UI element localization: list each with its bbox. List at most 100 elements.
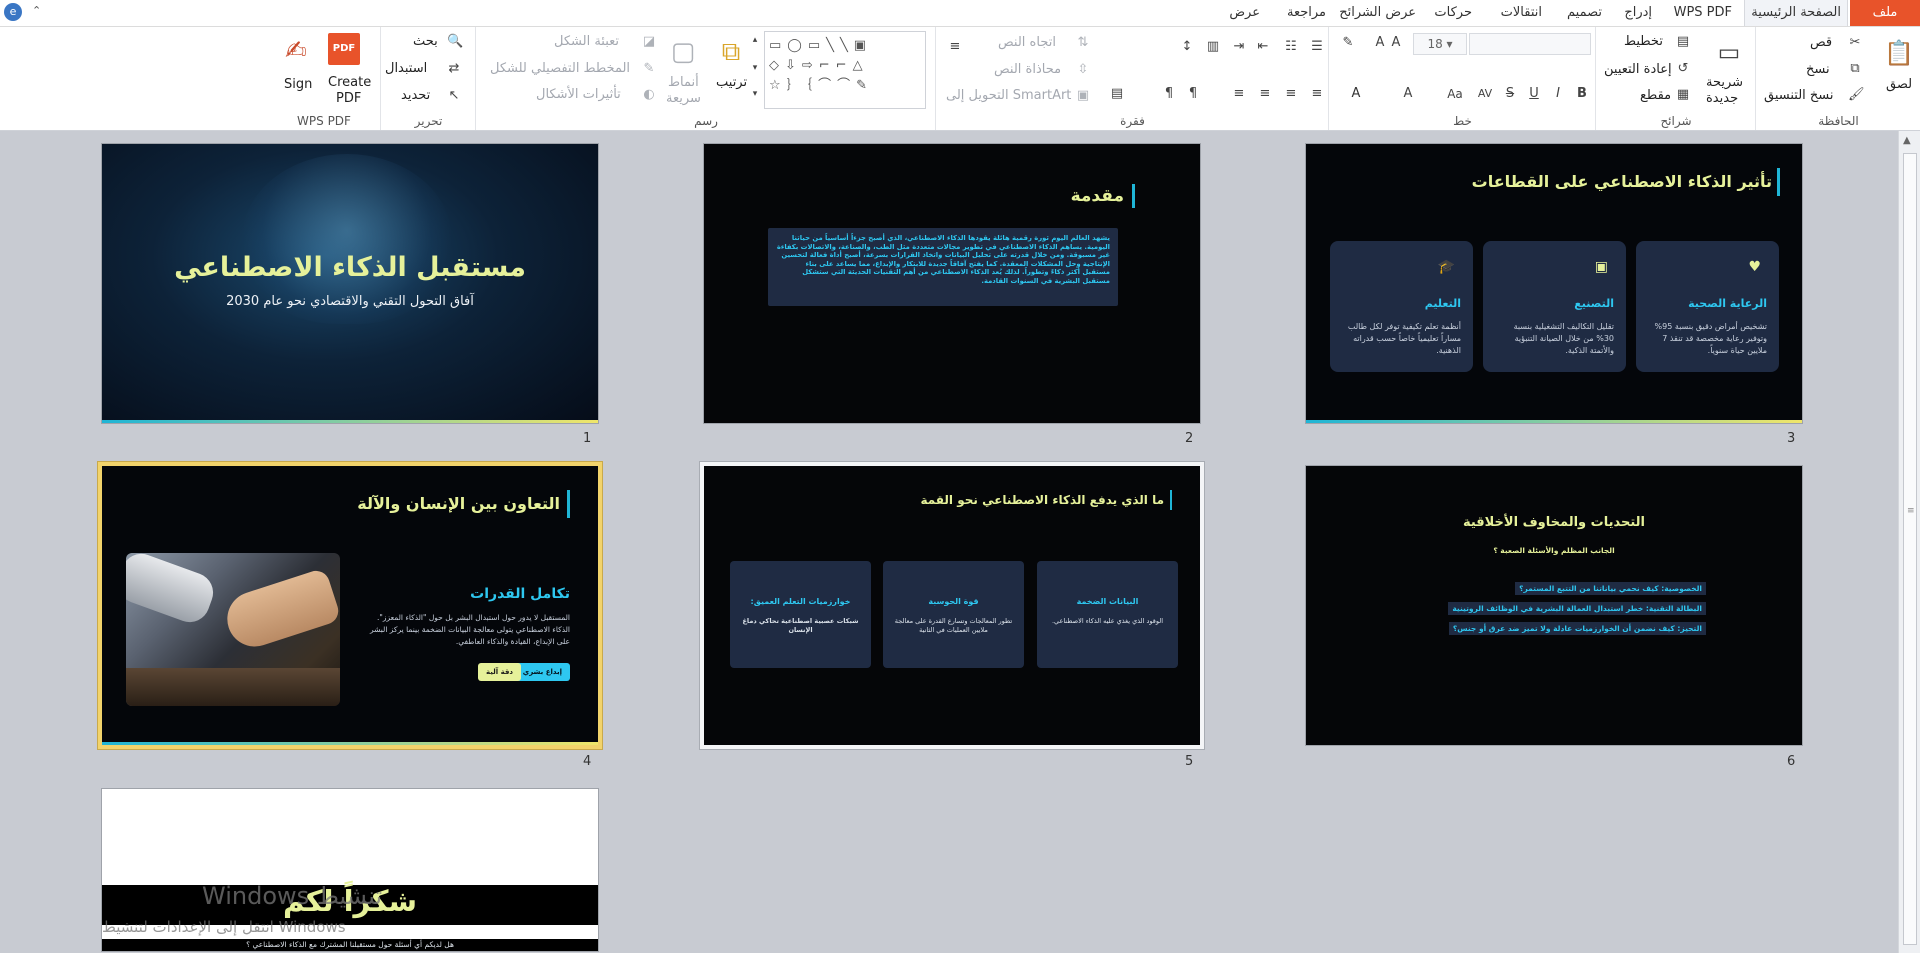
increase-indent-icon[interactable]: ⇥ <box>1232 40 1246 54</box>
font-size-combobox[interactable]: 18 ▾ <box>1413 33 1467 55</box>
slide-6-title: التحديات والمخاوف الأخلاقية <box>1462 515 1646 530</box>
arrange-icon[interactable]: ⧉ <box>716 37 746 67</box>
sign-button[interactable]: Sign <box>284 77 312 92</box>
tab-review[interactable]: مراجعة <box>1281 0 1332 26</box>
slide-5-title-bar <box>1170 490 1172 510</box>
shapes-gallery[interactable]: ▭◯▭╲╲▣ ◇⇩⇨⌐⌐△ ☆｝｛⌒⌒✎ <box>764 31 926 109</box>
align-text-button[interactable]: محاذاة النص <box>994 62 1061 77</box>
create-pdf-button-line2[interactable]: PDF <box>336 91 361 106</box>
bullets-icon[interactable]: ☰ <box>1310 40 1324 54</box>
smartart-button[interactable]: التحويل إلى SmartArt <box>946 88 1071 103</box>
slide-thumbnail-1[interactable]: مستقبل الذكاء الاصطناعي آفاق التحول التق… <box>102 144 598 423</box>
copy-button[interactable]: نسخ <box>1806 62 1830 77</box>
shape-fill-button[interactable]: تعبئة الشكل <box>554 34 619 49</box>
paste-icon[interactable]: 📋 <box>1884 39 1914 67</box>
section-button[interactable]: مقطع <box>1640 88 1671 103</box>
create-pdf-icon[interactable]: PDF <box>328 33 360 65</box>
gallery-more-icon[interactable]: ▾ <box>748 87 762 101</box>
find-button[interactable]: بحث <box>413 34 438 49</box>
slide-thumbnail-2[interactable]: مقدمة يشهد العالم اليوم ثورة رقمية هائلة… <box>704 144 1200 423</box>
highlight-icon[interactable]: A <box>1401 87 1415 101</box>
paste-button[interactable]: لصق <box>1886 77 1912 92</box>
arrange-button[interactable]: ترتيب <box>716 75 747 90</box>
slides-group-label: شرائح <box>1660 114 1692 128</box>
rtl-icon[interactable]: ¶ <box>1186 87 1200 101</box>
slide-2-body-box: يشهد العالم اليوم ثورة رقمية هائلة يقوده… <box>768 228 1118 306</box>
scroll-up-arrow-icon[interactable]: ▲ <box>1903 135 1911 146</box>
slide-5-card-heading: البيانات الضخمة <box>1076 597 1139 606</box>
slide-6-subtitle: الجانب المظلم والأسئلة الصعبة ؟ <box>1493 546 1615 555</box>
slide-1-accent-line <box>102 420 598 423</box>
tab-insert[interactable]: إدراج <box>1618 0 1658 26</box>
align-right-icon[interactable]: ≡ <box>1310 87 1324 101</box>
vertical-scrollbar[interactable]: ▲ ≡ <box>1898 131 1920 953</box>
slide-thumbnail-3[interactable]: تأثير الذكاء الاصطناعي على القطاعات ♥ ال… <box>1306 144 1802 423</box>
tab-slideshow[interactable]: عرض الشرائح <box>1333 0 1422 26</box>
wps-pdf-group: ✍ Sign PDF Create PDF WPS PDF <box>268 27 380 130</box>
clear-formatting-icon[interactable]: ✎ <box>1341 36 1355 50</box>
strikethrough-icon[interactable]: S <box>1503 87 1517 101</box>
layout-button[interactable]: تخطيط <box>1624 34 1663 49</box>
slide-3-card-heading: التعليم <box>1424 297 1461 310</box>
shrink-font-icon[interactable]: A <box>1373 36 1387 50</box>
tab-file[interactable]: ملف <box>1850 0 1920 26</box>
tab-wps-pdf[interactable]: WPS PDF <box>1668 0 1738 26</box>
slide-3-card-text: تقليل التكاليف التشغيلية بنسبة 30% من خل… <box>1513 322 1614 355</box>
quick-styles-line2[interactable]: سريعة <box>666 91 701 106</box>
list-style-icon[interactable]: ≡ <box>948 40 962 54</box>
numbering-icon[interactable]: ☷ <box>1284 40 1298 54</box>
ltr-icon[interactable]: ¶ <box>1162 87 1176 101</box>
slide-6-row-privacy: الخصوصية: كيف نحمي بياناتنا من التتبع ال… <box>1515 582 1706 595</box>
quick-styles-line1[interactable]: أنماط <box>668 75 699 90</box>
underline-icon[interactable]: U <box>1527 87 1541 101</box>
slide-number-4: 4 <box>583 754 592 769</box>
character-spacing-icon[interactable]: AV <box>1475 87 1495 101</box>
change-case-icon[interactable]: Aa <box>1445 87 1465 101</box>
align-left-icon[interactable]: ≡ <box>1258 87 1272 101</box>
gallery-up-icon[interactable]: ▴ <box>748 33 762 47</box>
gallery-down-icon[interactable]: ▾ <box>748 61 762 75</box>
decrease-indent-icon[interactable]: ⇤ <box>1256 40 1270 54</box>
slide-6-row-unemployment: البطالة التقنية: خطر استبدال العمالة الب… <box>1448 602 1706 615</box>
tab-design[interactable]: تصميم <box>1561 0 1608 26</box>
clipboard-group-label: الحافظة <box>1818 114 1859 128</box>
text-direction-button[interactable]: اتجاه النص <box>998 35 1056 50</box>
tab-transitions[interactable]: انتقالات <box>1495 0 1548 26</box>
slide-thumbnail-6[interactable]: التحديات والمخاوف الأخلاقية الجانب المظل… <box>1306 466 1802 745</box>
replace-button[interactable]: استبدال <box>385 61 427 76</box>
sign-icon[interactable]: ✍ <box>280 35 312 67</box>
cut-button[interactable]: قص <box>1810 35 1832 50</box>
grow-font-icon[interactable]: A <box>1389 36 1403 50</box>
slide-thumbnail-5[interactable]: ما الذي يدفع الذكاء الاصطناعي نحو القمة … <box>704 466 1200 745</box>
shape-effects-button[interactable]: تأثيرات الأشكال <box>536 87 621 102</box>
user-avatar-icon[interactable]: e <box>4 3 22 21</box>
shape-outline-button[interactable]: المخطط التفصيلي للشكل <box>490 61 630 76</box>
tab-animations[interactable]: حركات <box>1428 0 1478 26</box>
align-center-icon[interactable]: ≡ <box>1284 87 1298 101</box>
new-slide-icon[interactable]: ▭ <box>1714 37 1744 67</box>
bold-icon[interactable]: B <box>1575 87 1589 101</box>
create-pdf-button-line1[interactable]: Create <box>328 75 371 90</box>
italic-icon[interactable]: I <box>1551 87 1565 101</box>
slide-5-card-heading: قوة الحوسبة <box>928 597 979 606</box>
slide-5-card-deep-learning: خوارزميات التعلم العميق: شبكات عصبية اصط… <box>730 561 871 668</box>
new-slide-button-line2[interactable]: جديدة <box>1706 91 1738 106</box>
reset-button[interactable]: إعادة التعيين <box>1604 62 1672 77</box>
justify-icon[interactable]: ≡ <box>1232 87 1246 101</box>
new-slide-button-line1[interactable]: شريحة <box>1706 75 1743 90</box>
text-columns-icon[interactable]: ▤ <box>1110 87 1124 101</box>
tab-home[interactable]: الصفحة الرئيسية <box>1744 0 1848 26</box>
chip-icon: ▣ <box>1594 259 1608 275</box>
slide-thumbnail-4[interactable]: التعاون بين الإنسان والآلة تكامل القدرات… <box>102 466 598 745</box>
font-name-combobox[interactable] <box>1469 33 1591 55</box>
tab-view[interactable]: عرض <box>1223 0 1266 26</box>
select-button[interactable]: تحديد <box>401 88 430 103</box>
columns-icon[interactable]: ▥ <box>1206 40 1220 54</box>
collapse-ribbon-icon[interactable]: ⌃ <box>32 4 41 17</box>
line-spacing-icon[interactable]: ↕ <box>1180 40 1194 54</box>
scrollbar-thumb[interactable]: ≡ <box>1903 153 1917 945</box>
slide-number-6: 6 <box>1787 754 1796 769</box>
format-painter-button[interactable]: نسخ التنسيق <box>1764 88 1834 103</box>
slide-4-heading: تكامل القدرات <box>470 586 570 602</box>
font-color-icon[interactable]: A <box>1349 87 1363 101</box>
